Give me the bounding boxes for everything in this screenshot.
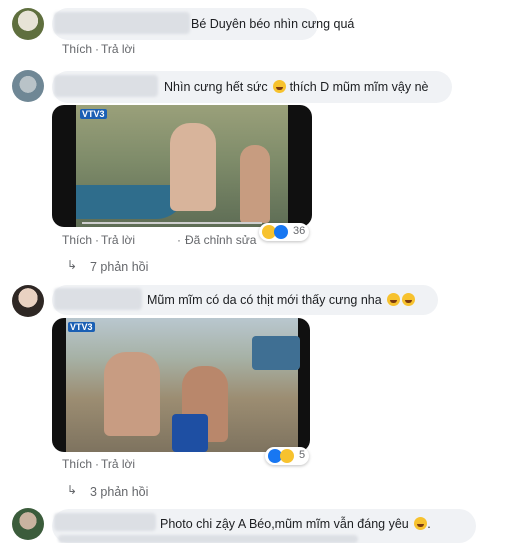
separator-dot: · (95, 233, 99, 247)
reaction-count: 36 (293, 225, 306, 237)
avatar[interactable] (12, 8, 44, 40)
comment-photo[interactable]: VTV3 (52, 105, 312, 227)
reaction-count: 5 (299, 449, 306, 461)
reaction-summary[interactable]: 36 (259, 223, 309, 241)
reply-button[interactable]: Trả lời (101, 457, 135, 471)
reaction-summary[interactable]: 5 (265, 447, 309, 465)
comment-text: Bé Duyên béo nhìn cưng quá (191, 17, 355, 31)
separator-dot: · (177, 233, 181, 247)
comment-photo[interactable]: VTV3 (52, 318, 310, 452)
comment-text-part1: Mũm mĩm có da có thịt mới thấy cưng nha (147, 293, 382, 307)
separator-dot: · (95, 42, 99, 56)
edited-label[interactable]: Đã chỉnh sửa (185, 233, 256, 247)
comment-text-part1: Photo chi zậy A Béo,mũm mĩm vẫn đáng yêu (160, 517, 409, 531)
blurred-author-name (54, 75, 158, 97)
video-progress-bar (82, 222, 262, 224)
blurred-author-name (54, 288, 142, 310)
avatar[interactable] (12, 70, 44, 102)
comment-bubble: Nhìn cưng hết sức thích D mũm mĩm vậy nè (52, 71, 452, 103)
blurred-author-name (54, 12, 190, 34)
separator-dot: · (95, 457, 99, 471)
blurred-author-name (54, 513, 156, 531)
laughing-emoji-icon (387, 293, 401, 306)
reply-button[interactable]: Trả lời (101, 42, 135, 56)
comment-text: Nhìn cưng hết sức thích D mũm mĩm vậy nè (164, 79, 429, 95)
like-button[interactable]: Thích (62, 42, 92, 56)
channel-logo: VTV3 (80, 109, 107, 119)
boat-shape (252, 336, 300, 370)
view-replies-link[interactable]: 3 phản hồi (90, 485, 148, 499)
comment-bubble: Mũm mĩm có da có thịt mới thấy cưng nha (52, 285, 438, 315)
avatar[interactable] (12, 285, 44, 317)
comment-text: Mũm mĩm có da có thịt mới thấy cưng nha (147, 292, 416, 308)
like-button[interactable]: Thích (62, 233, 92, 247)
person-shape-2 (240, 145, 270, 223)
laughing-emoji-icon (402, 293, 416, 306)
blurred-second-line (58, 535, 358, 543)
reply-arrow-icon: ↳ (67, 483, 78, 497)
haha-reaction-icon (280, 449, 294, 463)
comment-text-part1: Nhìn cưng hết sức (164, 80, 268, 94)
comment-bubble: Bé Duyên béo nhìn cưng quá (52, 8, 354, 40)
person-shape-1 (170, 123, 216, 211)
like-reaction-icon (274, 225, 288, 239)
reply-arrow-icon: ↳ (67, 258, 78, 272)
reply-button[interactable]: Trả lời (101, 233, 135, 247)
comment-text: Photo chi zậy A Béo,mũm mĩm vẫn đáng yêu… (160, 517, 431, 531)
smile-emoji-icon (414, 517, 428, 530)
person-shape-1 (104, 352, 160, 436)
laughing-emoji-icon (273, 80, 287, 93)
comment-text-part2: thích D mũm mĩm vậy nè (289, 80, 429, 94)
bucket-shape (172, 414, 208, 452)
view-replies-link[interactable]: 7 phản hồi (90, 260, 148, 274)
channel-logo: VTV3 (68, 322, 95, 332)
like-button[interactable]: Thích (62, 457, 92, 471)
avatar[interactable] (12, 508, 44, 540)
